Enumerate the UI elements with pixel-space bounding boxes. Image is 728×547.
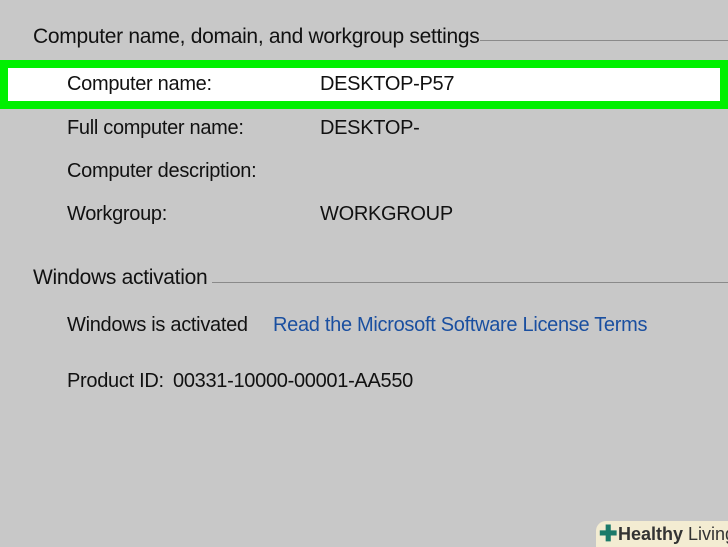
computer-name-value: DESKTOP-P57 — [320, 73, 455, 95]
watermark-bold: Healthy — [618, 524, 684, 544]
divider — [480, 40, 728, 41]
activation-status: Windows is activated — [67, 314, 248, 336]
computer-description-label: Computer description: — [67, 160, 257, 182]
license-terms-link[interactable]: Read the Microsoft Software License Term… — [273, 314, 647, 337]
product-id-value: 00331-10000-00001-AA550 — [173, 370, 413, 392]
healthy-living-watermark: ✚ Healthy Living — [596, 521, 728, 547]
full-computer-name-value: DESKTOP- — [320, 117, 420, 139]
workgroup-value: WORKGROUP — [320, 203, 453, 225]
full-computer-name-label: Full computer name: — [67, 117, 244, 139]
plus-leaf-icon: ✚ — [599, 521, 618, 546]
workgroup-label: Workgroup: — [67, 203, 168, 225]
section-title-activation: Windows activation — [33, 266, 208, 289]
computer-name-label: Computer name: — [67, 73, 212, 95]
product-id-label: Product ID: — [67, 370, 164, 392]
divider — [212, 282, 728, 283]
watermark-rest: Living — [688, 524, 728, 544]
section-title-computer-name: Computer name, domain, and workgroup set… — [33, 25, 480, 48]
